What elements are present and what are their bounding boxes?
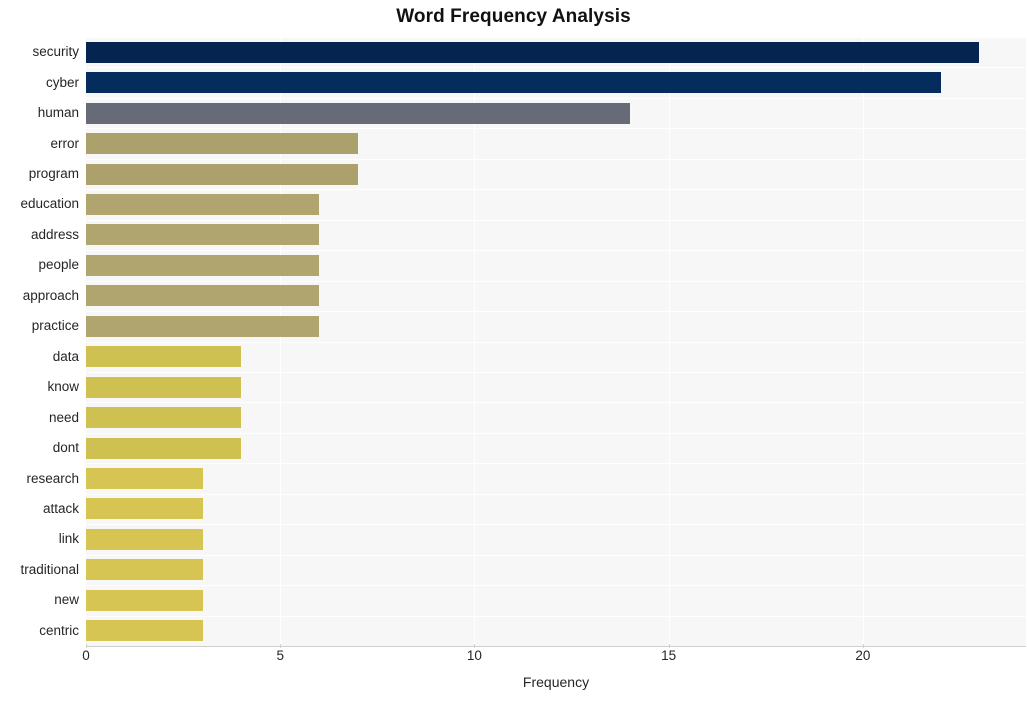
y-axis-tick-label: education — [20, 196, 79, 212]
y-axis-tick-label: approach — [22, 287, 79, 303]
y-axis-tick-label: attack — [42, 500, 79, 516]
x-axis-tick-label: 20 — [855, 648, 871, 663]
y-axis-tick-label: new — [54, 592, 79, 608]
bar[interactable] — [86, 346, 242, 368]
bar[interactable] — [86, 589, 203, 611]
x-axis-tick-label: 10 — [466, 648, 482, 663]
x-axis-line — [86, 646, 1026, 647]
bar[interactable] — [86, 437, 242, 459]
y-axis-tick-label: traditional — [20, 561, 79, 577]
chart-title: Word Frequency Analysis — [396, 6, 631, 27]
y-axis-tick-label: error — [50, 135, 79, 151]
y-axis-tick-label: centric — [39, 622, 79, 638]
x-axis-ticks: 0 5 10 15 20 — [0, 644, 1027, 668]
bar[interactable] — [86, 102, 630, 124]
bar[interactable] — [86, 72, 941, 94]
bar[interactable] — [86, 468, 203, 490]
bar[interactable] — [86, 193, 320, 215]
word-frequency-chart: Word Frequency Analysis security cyber hum… — [0, 0, 1027, 701]
plot-area — [86, 37, 1026, 647]
bar[interactable] — [86, 41, 980, 63]
bar[interactable] — [86, 376, 242, 398]
y-axis-tick-label: research — [26, 470, 79, 486]
bars-layer — [86, 37, 1026, 646]
y-axis-category-labels: security cyber human error program education a… — [0, 37, 79, 646]
y-axis-tick-label: link — [58, 531, 79, 547]
x-axis-tick-label: 0 — [82, 648, 90, 663]
bar[interactable] — [86, 528, 203, 550]
y-axis-tick-label: dont — [52, 440, 79, 456]
y-axis-tick-label: know — [47, 379, 79, 395]
x-axis-tick-label: 15 — [661, 648, 677, 663]
y-axis-tick-label: security — [32, 44, 79, 60]
bar[interactable] — [86, 163, 358, 185]
x-axis-tick-label: 5 — [276, 648, 284, 663]
bar[interactable] — [86, 285, 320, 307]
bar[interactable] — [86, 407, 242, 429]
y-axis-tick-label: human — [37, 105, 79, 121]
bar[interactable] — [86, 224, 320, 246]
y-axis-tick-label: practice — [31, 318, 79, 334]
y-axis-tick-label: people — [38, 257, 79, 273]
bar[interactable] — [86, 559, 203, 581]
y-axis-tick-label: address — [30, 226, 79, 242]
y-axis-tick-label: program — [28, 166, 79, 182]
x-axis-title: Frequency — [522, 674, 590, 690]
y-axis-tick-label: data — [52, 348, 79, 364]
bar[interactable] — [86, 254, 320, 276]
bar[interactable] — [86, 133, 358, 155]
y-axis-tick-label: need — [48, 409, 79, 425]
y-axis-tick-label: cyber — [45, 74, 79, 90]
bar[interactable] — [86, 498, 203, 520]
bar[interactable] — [86, 315, 320, 337]
bar[interactable] — [86, 620, 203, 642]
